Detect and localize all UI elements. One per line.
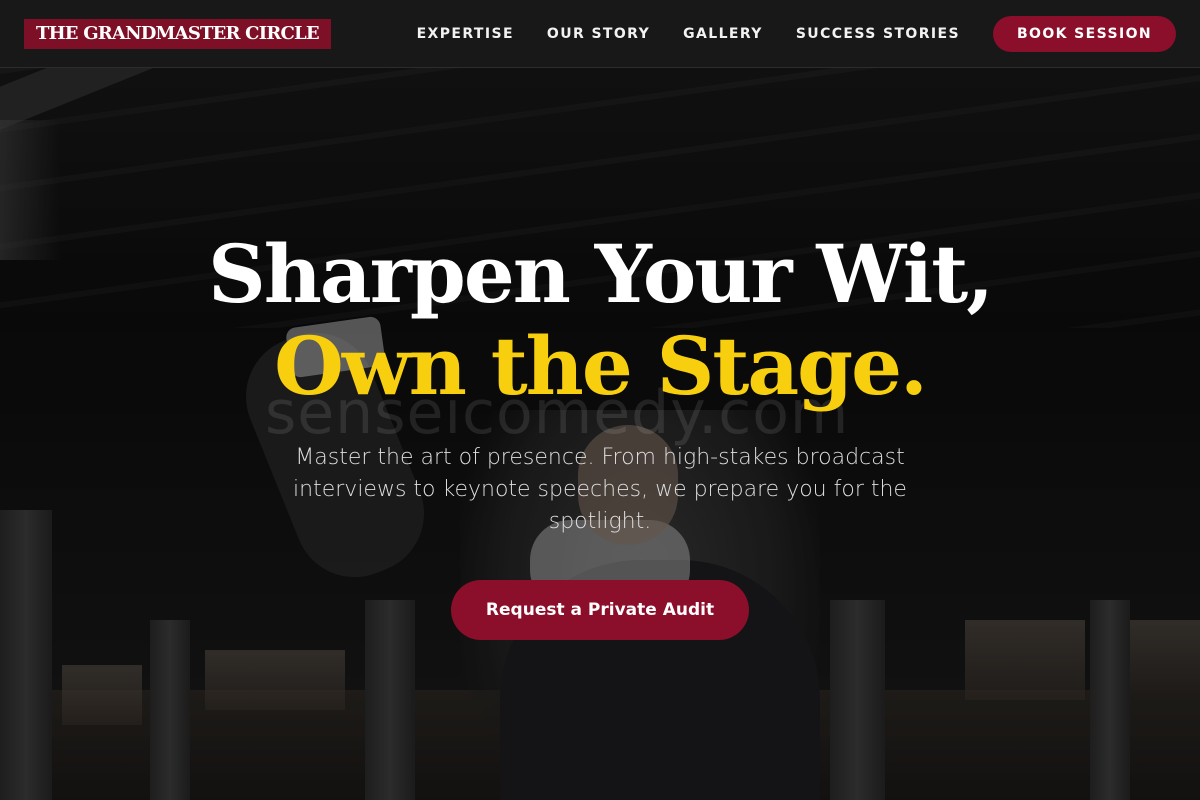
headline-line-1: Sharpen Your Wit,	[207, 227, 994, 321]
nav-item-gallery[interactable]: GALLERY	[683, 26, 763, 42]
page: senseicomedy.com THE GRANDMASTER CIRCLE …	[0, 0, 1200, 800]
hero-subtitle: Master the art of presence. From high-st…	[293, 445, 907, 534]
nav-item-success-stories[interactable]: SUCCESS STORIES	[796, 26, 960, 42]
site-logo[interactable]: THE GRANDMASTER CIRCLE	[24, 18, 331, 49]
headline-line-2: Own the Stage.	[274, 319, 928, 413]
nav-links: EXPERTISE OUR STORY GALLERY SUCCESS STOR…	[417, 15, 1176, 52]
hero-section: Sharpen Your Wit, Own the Stage. Master …	[0, 228, 1200, 640]
nav-item-our-story[interactable]: OUR STORY	[547, 26, 650, 42]
hero-headline: Sharpen Your Wit, Own the Stage.	[0, 228, 1200, 412]
top-navbar: THE GRANDMASTER CIRCLE EXPERTISE OUR STO…	[0, 0, 1200, 68]
nav-item-expertise[interactable]: EXPERTISE	[417, 26, 514, 42]
request-audit-button[interactable]: Request a Private Audit	[451, 580, 749, 640]
book-session-button[interactable]: BOOK SESSION	[992, 15, 1176, 52]
